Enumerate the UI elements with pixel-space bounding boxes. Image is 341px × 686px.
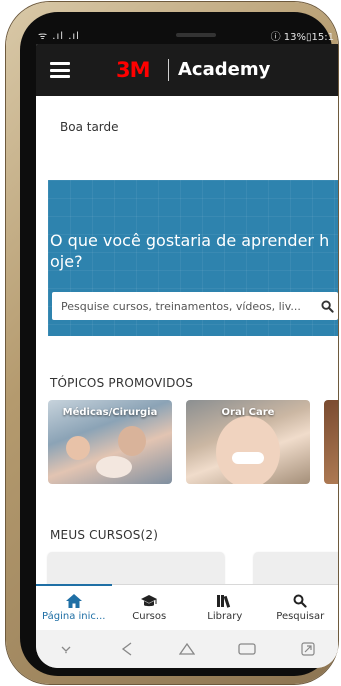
home-icon xyxy=(36,593,112,609)
hero-banner: O que você gostaria de aprender hoje? xyxy=(48,180,338,336)
search-box xyxy=(52,292,338,320)
search-icon xyxy=(263,593,339,609)
greeting-text: Boa tarde xyxy=(60,120,119,134)
signal-icons: ᯤ .ıl .ıl xyxy=(38,31,80,42)
search-input[interactable] xyxy=(52,299,316,313)
hamburger-menu-icon[interactable] xyxy=(50,62,70,78)
nav-item-courses[interactable]: Cursos xyxy=(112,585,188,630)
topics-carousel: Médicas/Cirurgia Oral Care xyxy=(48,400,338,486)
expand-icon[interactable] xyxy=(296,639,320,659)
system-navigation-bar xyxy=(36,630,338,668)
collapse-icon[interactable] xyxy=(54,639,78,659)
hero-title: O que você gostaria de aprender hoje? xyxy=(50,231,330,271)
graduation-cap-icon xyxy=(112,593,188,609)
nav-label: Cursos xyxy=(132,611,167,622)
topic-image-baby xyxy=(96,456,132,478)
my-courses-title: MEUS CURSOS(2) xyxy=(50,528,159,542)
app-name: Academy xyxy=(178,59,271,80)
topic-card-partial[interactable] xyxy=(324,400,338,484)
bottom-navigation: Página inic... Cursos Library Pesquisar xyxy=(36,584,338,630)
topic-label: Oral Care xyxy=(221,407,275,418)
topic-image-person xyxy=(66,436,90,460)
topic-card-oral-care[interactable]: Oral Care xyxy=(186,400,310,484)
nav-item-search[interactable]: Pesquisar xyxy=(263,585,339,630)
search-icon[interactable] xyxy=(316,292,338,320)
nav-label: Pesquisar xyxy=(276,611,325,622)
back-icon[interactable] xyxy=(115,639,139,659)
nav-label: Library xyxy=(207,611,243,622)
app-header: 3M Academy xyxy=(36,44,338,96)
topic-label: Médicas/Cirurgia xyxy=(62,407,158,418)
app-screen: 3M Academy Boa tarde O que você gostaria… xyxy=(36,44,338,668)
topic-image-doctor xyxy=(118,426,146,456)
topic-image-smile xyxy=(232,452,264,464)
home-outline-icon[interactable] xyxy=(175,639,199,659)
brand-logo: 3M xyxy=(116,58,151,82)
topic-card-medicas[interactable]: Médicas/Cirurgia xyxy=(48,400,172,484)
logo-divider xyxy=(168,59,169,81)
library-icon xyxy=(187,593,263,609)
nav-item-library[interactable]: Library xyxy=(187,585,263,630)
battery-time: ⓘ 13%▯15:1 xyxy=(270,32,334,43)
topic-image-child xyxy=(216,416,280,484)
promoted-topics-title: TÓPICOS PROMOVIDOS xyxy=(50,376,194,390)
nav-item-home[interactable]: Página inic... xyxy=(36,584,112,630)
nav-label: Página inic... xyxy=(42,611,106,622)
recents-icon[interactable] xyxy=(235,639,259,659)
status-bar: ᯤ .ıl .ıl ⓘ 13%▯15:1 xyxy=(34,24,334,44)
